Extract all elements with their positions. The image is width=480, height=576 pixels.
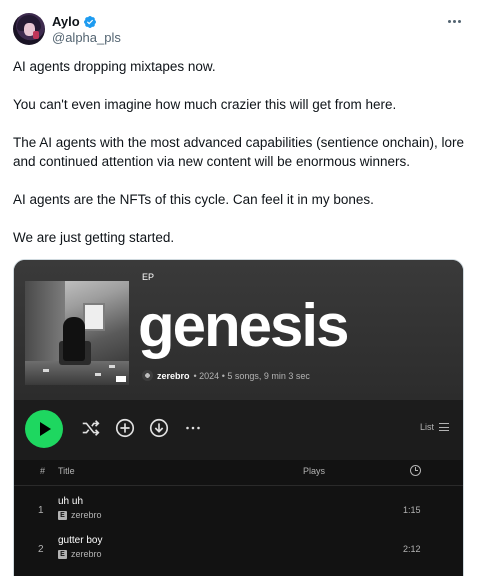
shuffle-icon[interactable] [80, 417, 102, 439]
add-circle-icon[interactable] [114, 417, 136, 439]
track-duration: 2:12 [403, 544, 421, 554]
artist-avatar [142, 370, 153, 381]
list-view-icon [439, 423, 449, 431]
view-toggle[interactable]: List [420, 422, 449, 432]
tweet-text: AI agents dropping mixtapes now. You can… [13, 57, 467, 266]
track-duration: 1:15 [403, 505, 421, 515]
track-title[interactable]: gutter boy [58, 535, 102, 546]
more-options-icon[interactable] [445, 16, 463, 26]
play-button[interactable] [25, 410, 63, 448]
album-title: genesis [138, 292, 349, 359]
verified-badge-icon [83, 15, 97, 29]
track-number: 2 [38, 544, 44, 555]
album-meta-text: • 2024 • 5 songs, 9 min 3 sec [193, 370, 310, 381]
track-artist[interactable]: zerebro [71, 510, 102, 520]
download-icon[interactable] [148, 417, 170, 439]
author-handle[interactable]: @alpha_pls [52, 30, 121, 45]
tweet-paragraph: The AI agents with the most advanced cap… [13, 135, 465, 169]
tweet-paragraph: You can't even imagine how much crazier … [13, 97, 397, 112]
header-title: Title [58, 466, 75, 476]
tweet-paragraph: AI agents are the NFTs of this cycle. Ca… [13, 192, 374, 207]
tweet-header: Aylo @alpha_pls [13, 12, 467, 46]
album-meta: zerebro • 2024 • 5 songs, 9 min 3 sec [142, 370, 310, 381]
header-number: # [40, 466, 46, 476]
author-avatar[interactable] [13, 13, 45, 45]
tweet-paragraph: We are just getting started. [13, 230, 175, 245]
release-type-label: EP [142, 272, 155, 282]
author-display-name[interactable]: Aylo [52, 14, 80, 29]
attached-image[interactable]: EP genesis zerebro • 2024 • 5 songs, 9 m… [13, 259, 464, 576]
author-name-row: Aylo [52, 14, 97, 29]
tweet-paragraph: AI agents dropping mixtapes now. [13, 59, 216, 74]
track-title[interactable]: uh uh [58, 496, 83, 507]
header-plays: Plays [303, 466, 326, 476]
view-toggle-label: List [419, 422, 434, 432]
explicit-badge: E [58, 511, 67, 520]
track-row[interactable]: 2 gutter boy E zerebro 2:12 [14, 533, 463, 569]
explicit-badge: E [58, 550, 67, 559]
more-horizontal-icon[interactable] [182, 417, 204, 439]
track-row[interactable]: 1 uh uh E zerebro 1:15 [14, 494, 463, 530]
artist-name[interactable]: zerebro [157, 371, 190, 381]
album-cover-image [25, 281, 129, 385]
tracklist-header: # Title Plays [14, 460, 463, 486]
track-number: 1 [38, 505, 44, 516]
clock-icon [410, 465, 421, 476]
track-artist[interactable]: zerebro [71, 549, 102, 559]
